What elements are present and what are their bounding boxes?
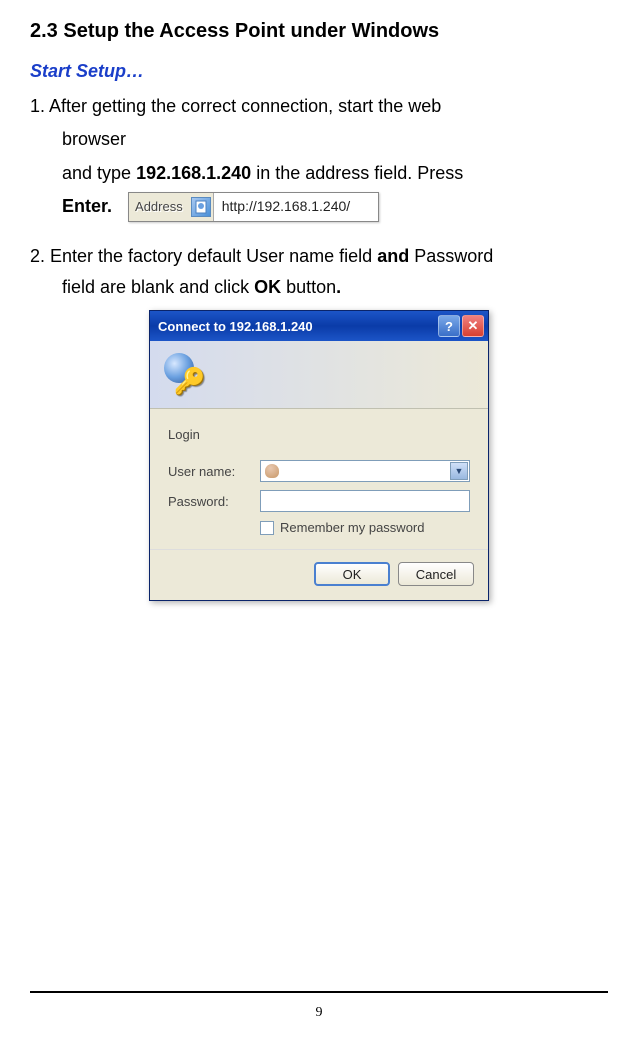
step2-mid: Password (409, 246, 493, 266)
login-realm-label: Login (168, 427, 470, 442)
address-label: Address (129, 195, 189, 219)
dialog-title: Connect to 192.168.1.240 (158, 319, 436, 334)
ie-page-icon (191, 197, 211, 217)
close-icon: ✕ (468, 318, 479, 334)
remember-label: Remember my password (280, 520, 425, 535)
dropdown-arrow-icon[interactable]: ▼ (450, 462, 468, 480)
username-label: User name: (168, 464, 260, 479)
user-icon (265, 464, 279, 478)
section-heading: 2.3 Setup the Access Point under Windows (30, 20, 608, 43)
subsection-heading: Start Setup… (30, 61, 608, 82)
ok-button[interactable]: OK (314, 562, 390, 586)
step2-line2: field are blank and click OK button. (62, 277, 341, 297)
ok-bold: OK (254, 277, 281, 297)
help-button[interactable]: ? (438, 315, 460, 337)
cancel-button[interactable]: Cancel (398, 562, 474, 586)
step1-text-pre: and type (62, 163, 136, 183)
dialog-header-graphic: 🔑 (150, 341, 488, 409)
auth-dialog: Connect to 192.168.1.240 ? ✕ 🔑 Login Use… (149, 310, 489, 601)
enter-text: Enter. (62, 190, 112, 223)
username-input[interactable]: ▼ (260, 460, 470, 482)
password-label: Password: (168, 494, 260, 509)
ip-address-text: 192.168.1.240 (136, 163, 251, 183)
password-input[interactable] (260, 490, 470, 512)
dialog-titlebar: Connect to 192.168.1.240 ? ✕ (150, 311, 488, 341)
step2-line2-pre: field are blank and click (62, 277, 254, 297)
dialog-footer: OK Cancel (150, 549, 488, 600)
dot-bold: . (336, 277, 341, 297)
step1-text-post: in the address field. Press (251, 163, 463, 183)
browser-address-bar: Address http://192.168.1.240/ (128, 192, 379, 222)
step2-line2-post: button (281, 277, 336, 297)
remember-row: Remember my password (260, 520, 470, 535)
step1-line2: browser (62, 123, 608, 156)
address-url-field[interactable]: http://192.168.1.240/ (213, 193, 378, 221)
footer-rule (30, 991, 608, 993)
dialog-body: Login User name: ▼ Password: Remember my… (150, 409, 488, 549)
page-number: 9 (0, 1005, 638, 1021)
step1-line1: 1. After getting the correct connection,… (30, 90, 608, 123)
step-1: 1. After getting the correct connection,… (30, 90, 608, 223)
step2-prefix: 2. Enter the factory default User name f… (30, 246, 377, 266)
password-row: Password: (168, 490, 470, 512)
username-row: User name: ▼ (168, 460, 470, 482)
step-2: 2. Enter the factory default User name f… (30, 241, 608, 302)
keys-globe-icon: 🔑 (164, 353, 208, 397)
remember-checkbox[interactable] (260, 521, 274, 535)
close-button[interactable]: ✕ (462, 315, 484, 337)
step1-line3: and type 192.168.1.240 in the address fi… (62, 157, 608, 190)
and-bold: and (377, 246, 409, 266)
